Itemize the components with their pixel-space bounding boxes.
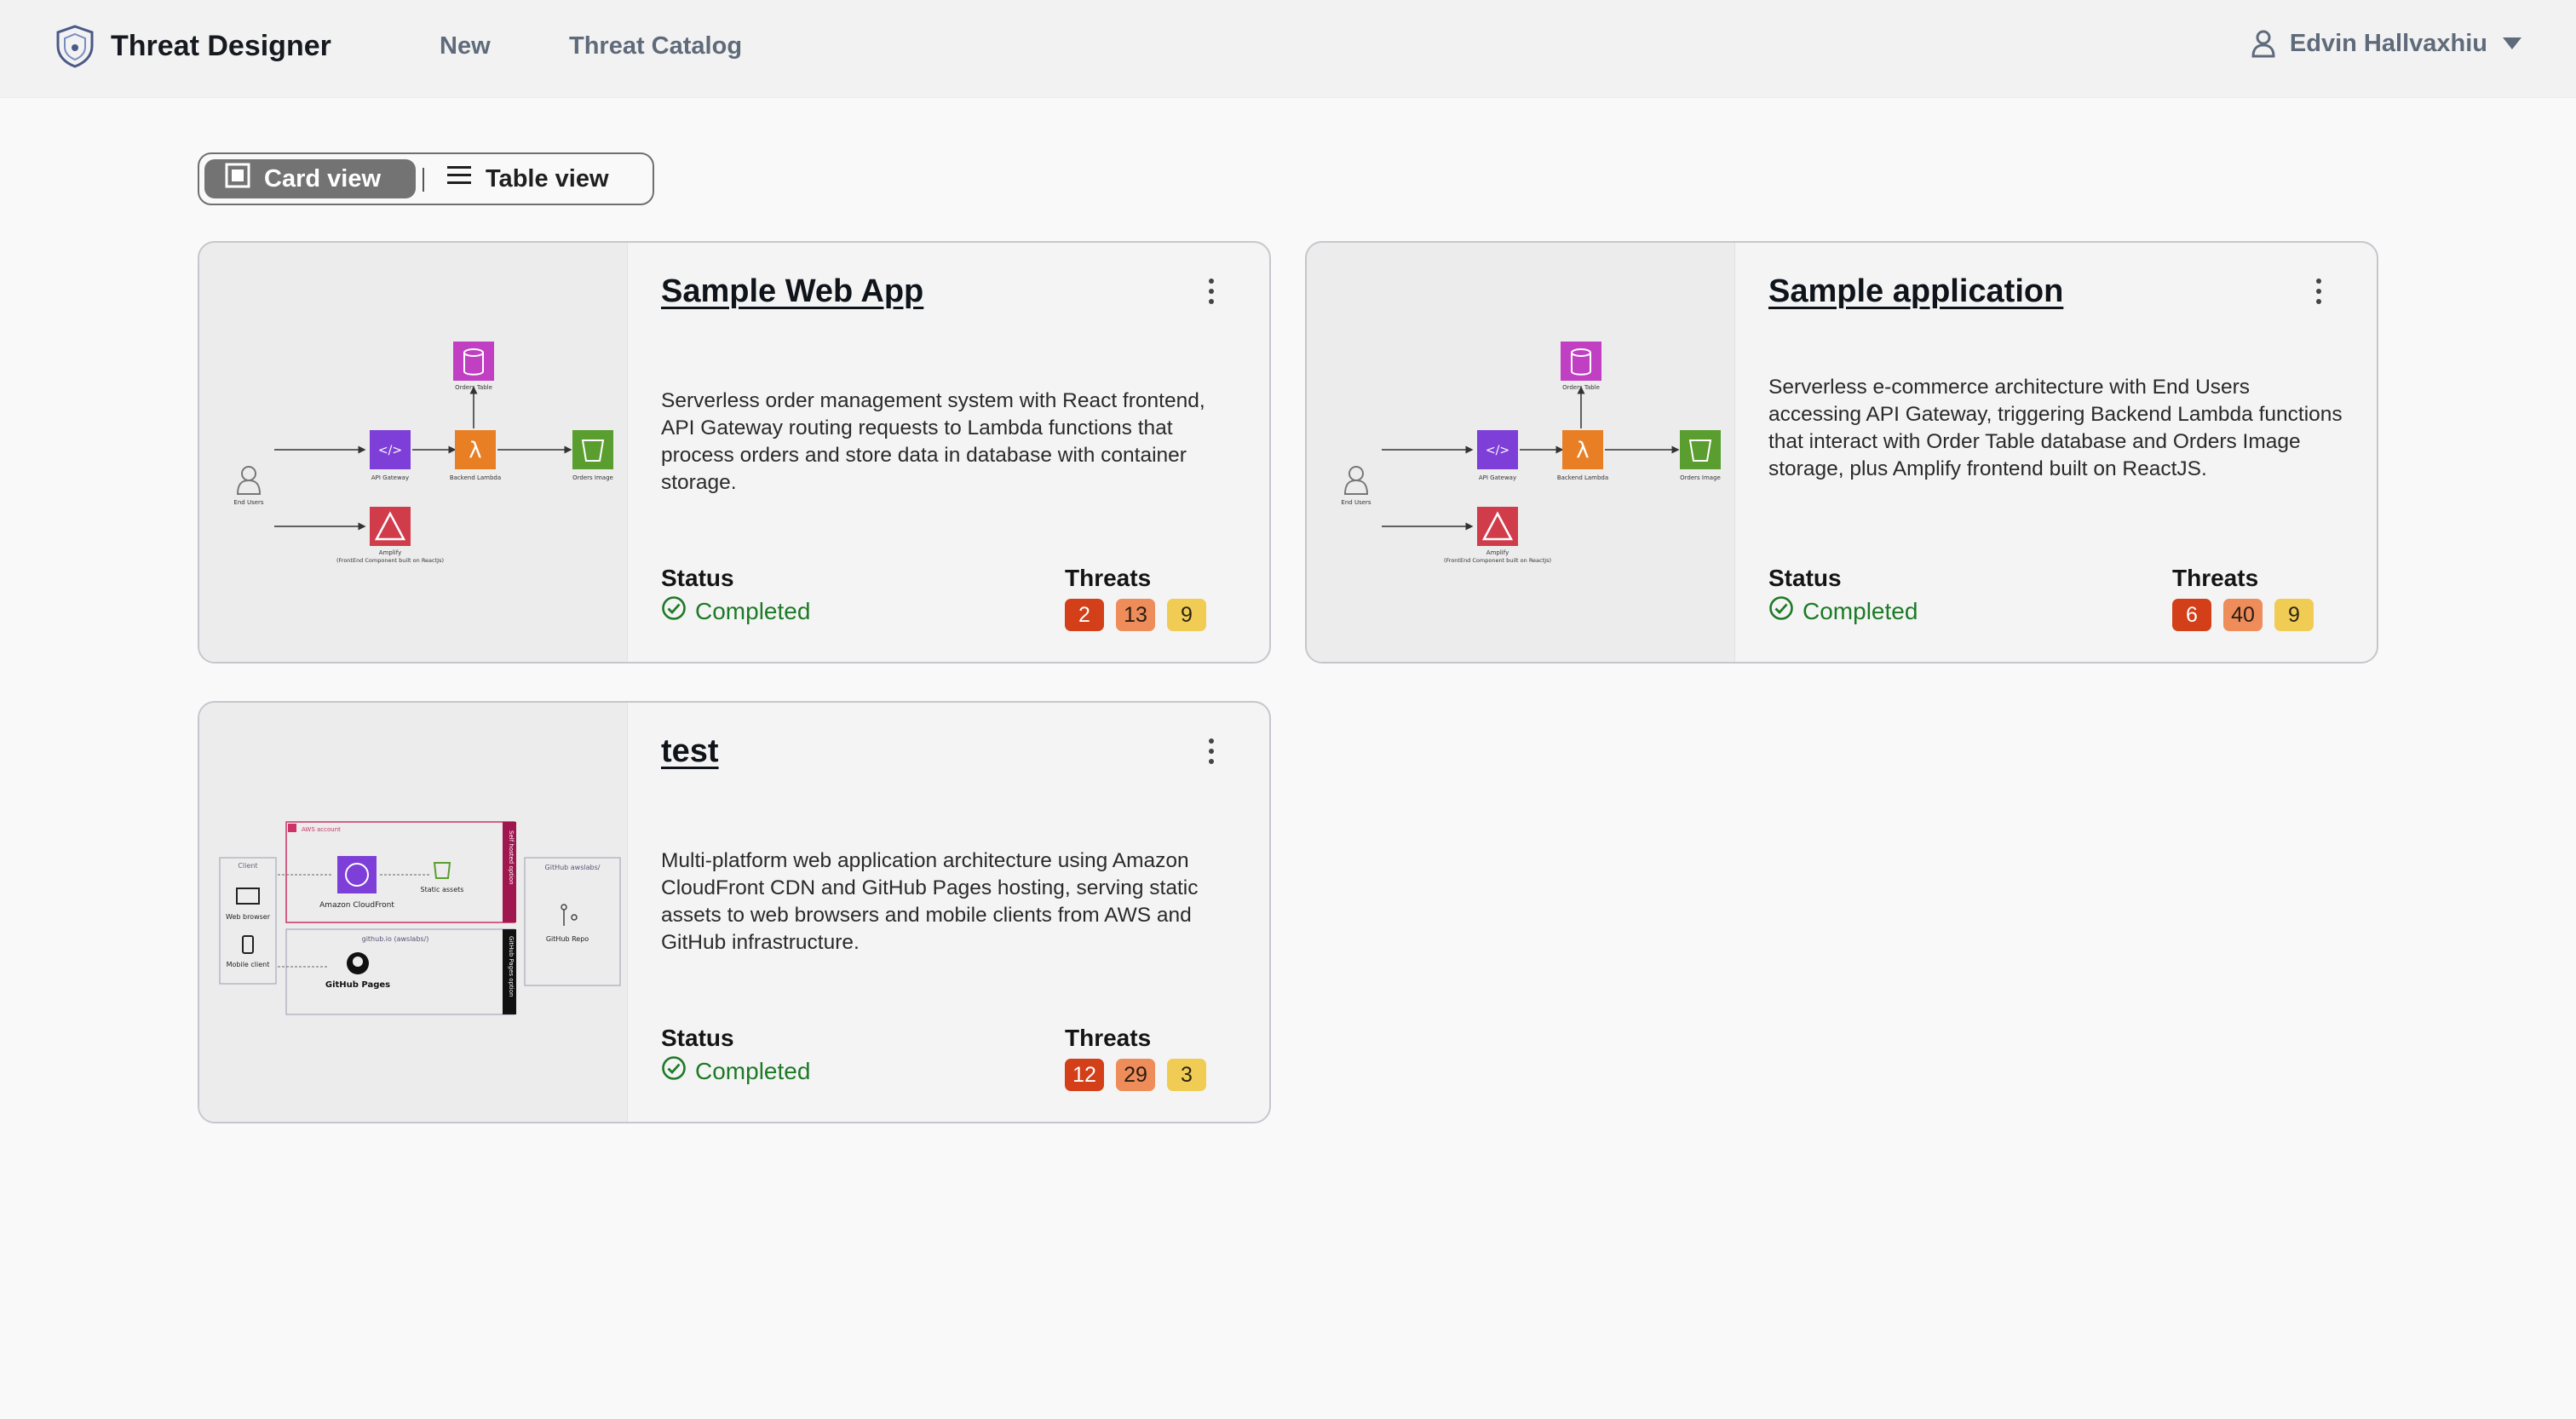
svg-text:Client: Client — [238, 862, 257, 870]
svg-text:λ: λ — [469, 438, 481, 463]
svg-text:</>: </> — [1486, 444, 1509, 457]
threats-label: Threats — [1065, 565, 1152, 591]
threat-model-card[interactable]: End Users </> API Gateway λ Backend Lamb… — [198, 241, 1271, 664]
card-view-button[interactable]: Card view — [204, 159, 416, 198]
low-threats-badge: 9 — [1167, 599, 1206, 631]
low-threats-badge: 9 — [2274, 599, 2314, 631]
user-icon — [2251, 29, 2276, 58]
medium-threats-badge: 29 — [1116, 1059, 1155, 1091]
svg-text:Web browser: Web browser — [226, 913, 271, 921]
architecture-diagram-icon: Client Web browser Mobile client AWS acc… — [219, 821, 621, 1015]
threats-label: Threats — [1065, 1025, 1152, 1051]
status-value: Completed — [661, 1055, 810, 1087]
card-body: Sample Web App Serverless order manageme… — [661, 243, 1239, 662]
svg-text:API Gateway: API Gateway — [1479, 474, 1516, 481]
list-icon — [446, 164, 472, 193]
check-circle-icon — [661, 1055, 687, 1087]
low-threats-badge: 3 — [1167, 1059, 1206, 1091]
table-view-label: Table view — [486, 164, 609, 192]
card-description: Serverless order management system with … — [661, 389, 1205, 494]
svg-text:Amplify: Amplify — [379, 549, 401, 556]
svg-text:Backend Lambda: Backend Lambda — [450, 474, 501, 481]
svg-text:GitHub Pages: GitHub Pages — [325, 980, 390, 990]
svg-text:Self hosted option: Self hosted option — [508, 830, 515, 885]
user-name: Edvin Hallvaxhiu — [2289, 29, 2487, 57]
threats-label: Threats — [2172, 565, 2259, 591]
architecture-diagram-thumbnail: End Users </> API Gateway λ Backend Lamb… — [199, 243, 628, 662]
toggle-divider — [423, 168, 424, 192]
architecture-diagram-thumbnail: Client Web browser Mobile client AWS acc… — [199, 703, 628, 1122]
svg-text:(FrontEnd Component built on R: (FrontEnd Component built on ReactJs) — [1444, 557, 1551, 564]
status-label: Status — [661, 565, 734, 591]
high-threats-badge: 2 — [1065, 599, 1104, 631]
svg-text:Backend Lambda: Backend Lambda — [1557, 474, 1608, 481]
more-options-icon[interactable] — [1201, 275, 1222, 309]
svg-text:Orders Image: Orders Image — [572, 474, 613, 481]
svg-text:GitHub Repo: GitHub Repo — [546, 935, 589, 943]
app-title: Threat Designer — [111, 29, 331, 62]
nav-threat-catalog[interactable]: Threat Catalog — [569, 32, 742, 60]
status-value: Completed — [661, 595, 810, 627]
architecture-diagram-thumbnail: End Users </> API Gateway λ Backend Lamb… — [1307, 243, 1735, 662]
svg-text:Mobile client: Mobile client — [227, 961, 270, 968]
svg-text:</>: </> — [378, 444, 402, 457]
more-options-icon[interactable] — [2309, 275, 2329, 309]
brand[interactable]: Threat Designer — [55, 24, 331, 68]
view-toggle: Card view Table view — [198, 152, 654, 205]
user-menu[interactable]: Edvin Hallvaxhiu — [2251, 29, 2523, 58]
status-label: Status — [1768, 565, 1842, 591]
svg-text:API Gateway: API Gateway — [371, 474, 409, 481]
nav-new[interactable]: New — [440, 32, 491, 60]
status-text: Completed — [695, 597, 811, 624]
svg-text:End Users: End Users — [233, 499, 263, 506]
svg-text:End Users: End Users — [1341, 499, 1371, 506]
card-body: test Multi-platform web application arch… — [661, 703, 1239, 1122]
top-navigation: Threat Designer New Threat Catalog Edvin… — [0, 0, 2576, 98]
card-view-icon — [225, 163, 250, 195]
svg-text:Orders Table: Orders Table — [455, 384, 492, 391]
status-label: Status — [661, 1025, 734, 1051]
card-description: Serverless e-commerce architecture with … — [1768, 376, 2343, 480]
svg-text:GitHub awslabs/: GitHub awslabs/ — [545, 864, 601, 871]
table-view-button[interactable]: Table view — [446, 159, 609, 198]
end-users-icon — [236, 466, 262, 495]
threats-summary: Threats 12 29 3 — [1065, 1025, 1206, 1091]
svg-text:Static assets: Static assets — [421, 886, 464, 893]
medium-threats-badge: 40 — [2223, 599, 2263, 631]
end-users-icon — [1343, 466, 1369, 495]
card-title-link[interactable]: Sample Web App — [661, 273, 923, 310]
check-circle-icon — [1768, 595, 1794, 627]
architecture-diagram-icon: End Users </> API Gateway λ Backend Lamb… — [1341, 342, 1721, 564]
svg-text:AWS account: AWS account — [302, 826, 341, 833]
check-circle-icon — [661, 595, 687, 627]
threat-model-card[interactable]: End Users </> API Gateway λ Backend Lamb… — [1305, 241, 2378, 664]
card-description: Multi-platform web application architect… — [661, 849, 1199, 954]
svg-text:github.io (awslabs/): github.io (awslabs/) — [362, 935, 429, 943]
svg-text:(FrontEnd Component built on R: (FrontEnd Component built on ReactJs) — [336, 557, 444, 564]
svg-text:λ: λ — [1576, 438, 1589, 463]
medium-threats-badge: 13 — [1116, 599, 1155, 631]
threats-summary: Threats 6 40 9 — [2172, 565, 2314, 631]
card-body: Sample application Serverless e-commerce… — [1768, 243, 2346, 662]
architecture-diagram-icon: End Users </> API Gateway λ Backend Lamb… — [233, 342, 613, 564]
svg-text:GitHub Pages option: GitHub Pages option — [508, 936, 515, 997]
card-title-link[interactable]: Sample application — [1768, 273, 2063, 310]
svg-text:Orders Image: Orders Image — [1680, 474, 1721, 481]
caret-down-icon — [2501, 36, 2523, 51]
shield-logo-icon — [55, 24, 95, 68]
svg-text:Orders Table: Orders Table — [1562, 384, 1600, 391]
card-title-link[interactable]: test — [661, 733, 719, 770]
more-options-icon[interactable] — [1201, 735, 1222, 769]
status-text: Completed — [695, 1057, 811, 1084]
card-view-label: Card view — [264, 164, 381, 192]
threat-model-card[interactable]: Client Web browser Mobile client AWS acc… — [198, 701, 1271, 1123]
high-threats-badge: 12 — [1065, 1059, 1104, 1091]
high-threats-badge: 6 — [2172, 599, 2211, 631]
threats-summary: Threats 2 13 9 — [1065, 565, 1206, 631]
status-value: Completed — [1768, 595, 1918, 627]
status-text: Completed — [1803, 597, 1918, 624]
svg-text:Amazon CloudFront: Amazon CloudFront — [319, 901, 394, 910]
svg-text:Amplify: Amplify — [1486, 549, 1509, 556]
